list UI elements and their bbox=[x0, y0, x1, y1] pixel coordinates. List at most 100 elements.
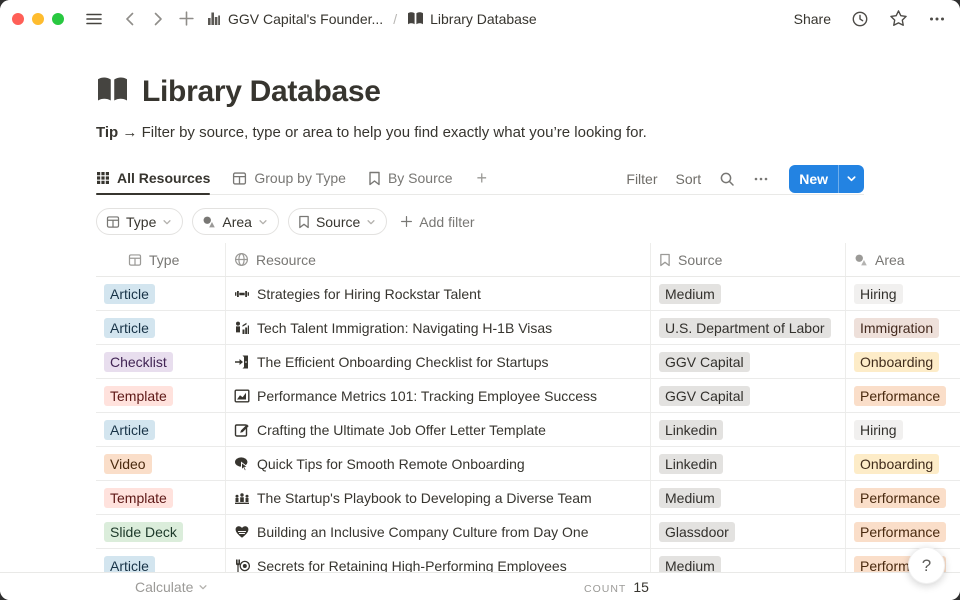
type-cell[interactable]: Article bbox=[96, 277, 225, 310]
source-cell[interactable]: Linkedin bbox=[650, 447, 845, 480]
sidebar-toggle-icon[interactable] bbox=[82, 7, 106, 31]
table-header-row: Type Resource Source Area bbox=[96, 243, 960, 277]
updates-clock-icon[interactable] bbox=[851, 10, 869, 28]
shapes-icon bbox=[854, 253, 868, 267]
type-tag: Article bbox=[104, 318, 155, 338]
view-more-options-icon[interactable] bbox=[753, 171, 769, 187]
area-cell[interactable]: Hiring bbox=[845, 277, 960, 310]
resource-link[interactable]: The Startup's Playbook to Developing a D… bbox=[234, 490, 592, 506]
favorite-star-icon[interactable] bbox=[889, 9, 908, 28]
area-cell[interactable]: Immigration bbox=[845, 311, 960, 344]
buildings-icon bbox=[206, 11, 222, 27]
column-header-area[interactable]: Area bbox=[845, 243, 960, 276]
source-cell[interactable]: Medium bbox=[650, 481, 845, 514]
dumbbell-icon bbox=[234, 286, 250, 302]
zoom-window-button[interactable] bbox=[52, 13, 64, 25]
nav-back-icon[interactable] bbox=[118, 7, 142, 31]
column-header-resource[interactable]: Resource bbox=[225, 243, 650, 276]
type-cell[interactable]: Video bbox=[96, 447, 225, 480]
click-cursor-icon bbox=[234, 456, 250, 472]
resource-cell[interactable]: Tech Talent Immigration: Navigating H-1B… bbox=[225, 311, 650, 344]
type-cell[interactable]: Article bbox=[96, 413, 225, 446]
table-row: Article Strategies for Hiring Rockstar T… bbox=[96, 277, 960, 311]
column-header-type[interactable]: Type bbox=[96, 243, 225, 276]
filter-chip-source[interactable]: Source bbox=[288, 208, 387, 235]
resource-cell[interactable]: Building an Inclusive Company Culture fr… bbox=[225, 515, 650, 548]
resource-link[interactable]: Performance Metrics 101: Tracking Employ… bbox=[234, 388, 597, 404]
sort-button[interactable]: Sort bbox=[676, 171, 702, 187]
source-cell[interactable]: GGV Capital bbox=[650, 379, 845, 412]
filter-chip-area[interactable]: Area bbox=[192, 208, 279, 235]
resource-link[interactable]: Tech Talent Immigration: Navigating H-1B… bbox=[234, 320, 552, 336]
filter-chip-type[interactable]: Type bbox=[96, 208, 183, 235]
resource-cell[interactable]: Strategies for Hiring Rockstar Talent bbox=[225, 277, 650, 310]
type-tag: Article bbox=[104, 284, 155, 304]
area-cell[interactable]: Hiring bbox=[845, 413, 960, 446]
tip-line: Tip → Filter by source, type or area to … bbox=[96, 124, 960, 141]
help-question-mark: ? bbox=[922, 556, 931, 576]
column-header-source[interactable]: Source bbox=[650, 243, 845, 276]
resource-link[interactable]: Strategies for Hiring Rockstar Talent bbox=[234, 286, 481, 302]
resource-link[interactable]: Building an Inclusive Company Culture fr… bbox=[234, 524, 589, 540]
new-button[interactable]: New bbox=[789, 165, 838, 193]
source-cell[interactable]: Linkedin bbox=[650, 413, 845, 446]
resource-title: Tech Talent Immigration: Navigating H-1B… bbox=[257, 320, 552, 336]
type-cell[interactable]: Article bbox=[96, 311, 225, 344]
new-page-icon[interactable] bbox=[174, 7, 198, 31]
resource-cell[interactable]: The Efficient Onboarding Checklist for S… bbox=[225, 345, 650, 378]
page-open-book-icon[interactable] bbox=[96, 75, 129, 109]
help-button[interactable]: ? bbox=[908, 547, 945, 584]
resource-cell[interactable]: The Startup's Playbook to Developing a D… bbox=[225, 481, 650, 514]
resource-link[interactable]: Quick Tips for Smooth Remote Onboarding bbox=[234, 456, 525, 472]
nav-forward-icon[interactable] bbox=[146, 7, 170, 31]
area-tag: Performance bbox=[854, 386, 946, 406]
window-titlebar: GGV Capital's Founder... / Library Datab… bbox=[0, 0, 960, 37]
source-cell[interactable]: Glassdoor bbox=[650, 515, 845, 548]
area-cell[interactable]: Performance bbox=[845, 515, 960, 548]
resource-cell[interactable]: Crafting the Ultimate Job Offer Letter T… bbox=[225, 413, 650, 446]
area-cell[interactable]: Onboarding bbox=[845, 447, 960, 480]
breadcrumb-parent[interactable]: GGV Capital's Founder... bbox=[206, 11, 383, 27]
source-cell[interactable]: Medium bbox=[650, 277, 845, 310]
area-cell[interactable]: Performance bbox=[845, 379, 960, 412]
globe-icon bbox=[234, 252, 249, 267]
more-options-icon[interactable] bbox=[928, 10, 946, 28]
area-cell[interactable]: Performance bbox=[845, 481, 960, 514]
type-cell[interactable]: Template bbox=[96, 379, 225, 412]
tab-by-source[interactable]: By Source bbox=[368, 162, 453, 194]
filter-chip-label: Source bbox=[316, 214, 360, 230]
tip-text: Filter by source, type or area to help y… bbox=[142, 124, 647, 141]
resource-cell[interactable]: Performance Metrics 101: Tracking Employ… bbox=[225, 379, 650, 412]
table-body: Article Strategies for Hiring Rockstar T… bbox=[96, 277, 960, 577]
share-button[interactable]: Share bbox=[794, 11, 831, 27]
add-filter-label: Add filter bbox=[419, 214, 474, 230]
source-cell[interactable]: U.S. Department of Labor bbox=[650, 311, 845, 344]
breadcrumb-current[interactable]: Library Database bbox=[407, 11, 537, 27]
filter-button[interactable]: Filter bbox=[626, 171, 657, 187]
count-value: 15 bbox=[633, 579, 649, 595]
new-dropdown-chevron-icon[interactable] bbox=[838, 165, 864, 193]
area-cell[interactable]: Onboarding bbox=[845, 345, 960, 378]
column-header-label: Type bbox=[149, 252, 179, 268]
tab-all-resources[interactable]: All Resources bbox=[96, 162, 210, 194]
open-book-icon bbox=[407, 11, 424, 26]
minimize-window-button[interactable] bbox=[32, 13, 44, 25]
chevron-down-icon bbox=[366, 217, 376, 227]
type-cell[interactable]: Checklist bbox=[96, 345, 225, 378]
type-cell[interactable]: Slide Deck bbox=[96, 515, 225, 548]
source-cell[interactable]: GGV Capital bbox=[650, 345, 845, 378]
calculate-button[interactable]: Calculate bbox=[135, 579, 208, 595]
resource-link[interactable]: Crafting the Ultimate Job Offer Letter T… bbox=[234, 422, 546, 438]
tab-group-by-type[interactable]: Group by Type bbox=[232, 162, 346, 194]
close-window-button[interactable] bbox=[12, 13, 24, 25]
type-cell[interactable]: Template bbox=[96, 481, 225, 514]
tip-label: Tip bbox=[96, 124, 118, 141]
shapes-icon bbox=[202, 215, 216, 229]
table-row: Slide Deck Building an Inclusive Company… bbox=[96, 515, 960, 549]
add-filter-button[interactable]: Add filter bbox=[400, 214, 474, 230]
resource-cell[interactable]: Quick Tips for Smooth Remote Onboarding bbox=[225, 447, 650, 480]
search-icon[interactable] bbox=[719, 171, 735, 187]
page-title: Library Database bbox=[142, 75, 381, 109]
add-view-button[interactable]: + bbox=[477, 169, 488, 187]
resource-link[interactable]: The Efficient Onboarding Checklist for S… bbox=[234, 354, 549, 370]
